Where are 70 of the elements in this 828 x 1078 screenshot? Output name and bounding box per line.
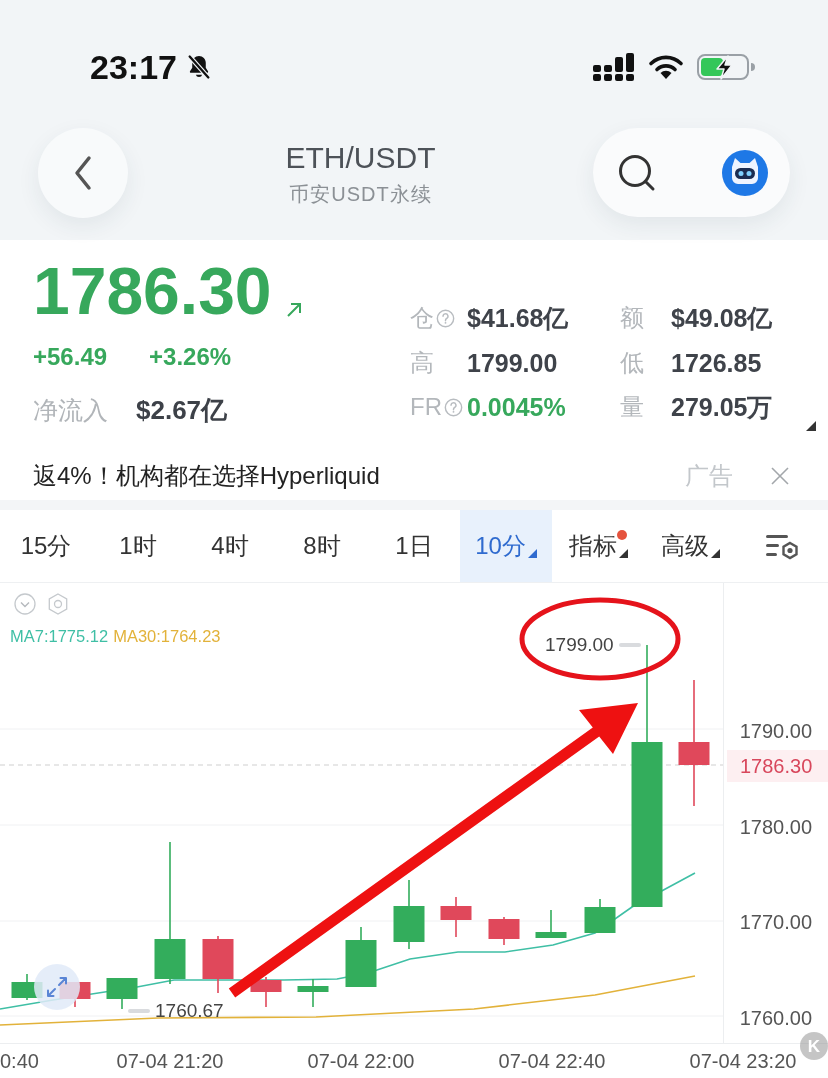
candle: [106, 977, 138, 1010]
corner-triangle-icon[interactable]: [806, 421, 816, 431]
current-price-tag: 1786.30: [727, 750, 828, 782]
timeframe-tab[interactable]: 4时: [184, 510, 276, 582]
last-price: 1786.30: [33, 258, 272, 324]
hexagon-settings-icon[interactable]: [47, 593, 69, 615]
help-icon[interactable]: [444, 397, 463, 417]
time-axis-label: 0:40: [0, 1049, 39, 1073]
leader-line: [128, 1009, 150, 1013]
chevron-left-icon: [73, 154, 93, 191]
stat-label: 仓: [410, 303, 434, 334]
candle: [393, 879, 425, 950]
price-axis-label: 1790.00: [739, 719, 812, 743]
stat-value: $41.68亿: [467, 303, 570, 334]
candle: [440, 896, 472, 938]
stat-label: 量: [620, 392, 644, 423]
price-change: +56.49: [33, 342, 108, 372]
status-time: 23:17: [90, 50, 177, 84]
stat-value: $49.08亿: [671, 303, 773, 334]
list-settings-icon[interactable]: [766, 532, 798, 560]
time-axis-label: 07-04 22:40: [498, 1049, 606, 1073]
stat-value: 1799.00: [467, 347, 559, 378]
high-price-label: 1799.00: [545, 634, 614, 656]
candle: [488, 916, 520, 946]
timeframe-tab[interactable]: 1时: [92, 510, 184, 582]
stat-label: 低: [620, 347, 644, 378]
net-inflow-value: $2.67亿: [136, 394, 228, 427]
candle: [250, 976, 282, 1008]
ad-label: 广告: [685, 461, 733, 491]
candle: [202, 935, 234, 994]
moving-average-label: MA30:1764.23: [113, 626, 221, 646]
low-price-label: 1760.67: [155, 1000, 224, 1022]
timeframe-tab[interactable]: 指标: [552, 510, 644, 582]
ad-banner-text[interactable]: 返4%！机构都在选择Hyperliquid: [33, 461, 685, 491]
battery-charging-icon: [697, 53, 755, 81]
wifi-icon: [648, 54, 684, 80]
net-inflow-label: 净流入: [33, 395, 108, 426]
time-axis-label: 07-04 21:20: [116, 1049, 224, 1073]
timeframe-tab[interactable]: 10分: [460, 510, 552, 582]
pair-title: ETH/USDT: [284, 139, 437, 176]
resize-arrows-icon[interactable]: [34, 964, 80, 1010]
price-axis-label: 1760.00: [739, 1006, 812, 1030]
timeframe-tab[interactable]: 1日: [368, 510, 460, 582]
leader-line: [618, 643, 641, 647]
stat-label: FR: [410, 392, 442, 423]
search-icon[interactable]: [617, 152, 657, 193]
robot-avatar-icon[interactable]: [722, 149, 768, 196]
stat-value: 1726.85: [671, 347, 763, 378]
stat-value: 0.0045%: [467, 392, 567, 423]
moving-average-label: MA7:1775.12: [10, 626, 109, 646]
candle: [297, 978, 329, 1008]
candle: [584, 898, 616, 934]
candle: [535, 909, 567, 939]
time-axis-label: 07-04 22:00: [307, 1049, 415, 1073]
timeframe-tab[interactable]: 15分: [0, 510, 92, 582]
timeframe-tab[interactable]: 8时: [276, 510, 368, 582]
stat-value: 279.05万: [671, 392, 773, 423]
timeframe-tab[interactable]: 高级: [644, 510, 736, 582]
candle: [345, 926, 377, 988]
price-axis-label: 1780.00: [739, 815, 812, 839]
market-subtitle: 币安USDT永续: [288, 181, 433, 206]
close-icon[interactable]: [770, 466, 790, 486]
time-axis-label: 07-04 23:20: [689, 1049, 797, 1073]
price-axis-label: 1770.00: [739, 910, 812, 934]
stat-label: 额: [620, 303, 644, 334]
help-icon[interactable]: [436, 308, 455, 328]
percent-change: +3.26%: [149, 342, 232, 372]
chevron-down-circle-icon[interactable]: [14, 593, 36, 615]
stat-label: 高: [410, 347, 434, 378]
signal-icon: [593, 53, 635, 81]
